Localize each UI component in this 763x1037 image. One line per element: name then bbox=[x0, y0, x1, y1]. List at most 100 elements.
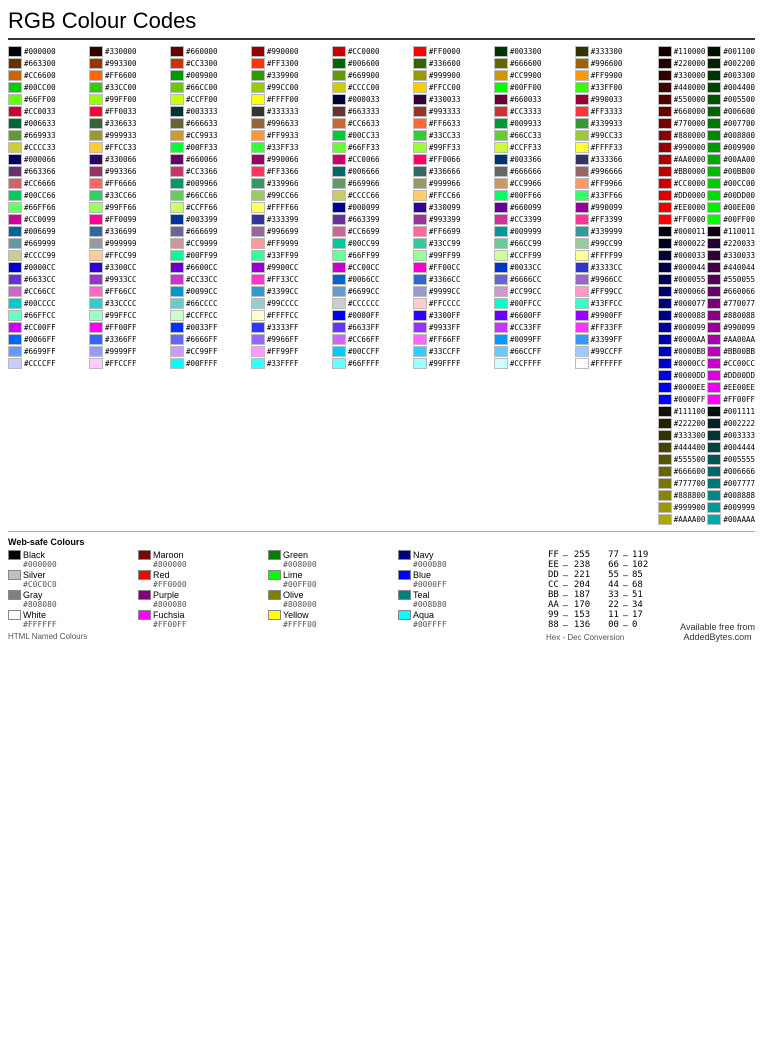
color-swatch bbox=[413, 166, 427, 177]
right-color-entry: #00AAAA bbox=[707, 514, 755, 525]
color-code: #9999CC bbox=[429, 287, 461, 296]
color-swatch bbox=[170, 226, 184, 237]
right-color-entry: #0000EE bbox=[658, 382, 706, 393]
color-code: #CC9966 bbox=[510, 179, 542, 188]
color-code: #CC6600 bbox=[24, 71, 56, 80]
color-swatch bbox=[170, 94, 184, 105]
color-code: #CCCCCC bbox=[348, 299, 380, 308]
color-code: #CC0033 bbox=[24, 107, 56, 116]
color-entry: #9933CC bbox=[89, 274, 168, 285]
right-color-entry: #880088 bbox=[707, 310, 755, 321]
color-entry: #FF0033 bbox=[89, 106, 168, 117]
color-entry: #336633 bbox=[89, 118, 168, 129]
color-code: #00CC00 bbox=[24, 83, 56, 92]
color-code: #66FFCC bbox=[24, 311, 56, 320]
color-entry: #CCFF99 bbox=[494, 250, 573, 261]
color-swatch bbox=[89, 94, 103, 105]
color-entry: #CC9966 bbox=[494, 178, 573, 189]
color-swatch bbox=[8, 82, 22, 93]
color-entry: #339900 bbox=[251, 70, 330, 81]
right-color-entry: #777700 bbox=[658, 478, 706, 489]
color-swatch bbox=[332, 322, 346, 333]
color-swatch bbox=[251, 166, 265, 177]
color-code: #6600FF bbox=[510, 311, 542, 320]
color-swatch bbox=[494, 70, 508, 81]
color-code: #33CC00 bbox=[105, 83, 137, 92]
named-color-hex: #C0C0C0 bbox=[8, 580, 138, 589]
color-swatch bbox=[89, 310, 103, 321]
color-code: #3399FF bbox=[591, 335, 623, 344]
color-swatch bbox=[170, 346, 184, 357]
color-swatch bbox=[332, 118, 346, 129]
color-code: #FFCCCC bbox=[429, 299, 461, 308]
color-entry: #FF00CC bbox=[413, 262, 492, 273]
color-entry: #6666CC bbox=[494, 274, 573, 285]
color-swatch bbox=[8, 70, 22, 81]
right-color-entry: #666600 bbox=[658, 466, 706, 477]
color-swatch bbox=[413, 178, 427, 189]
color-swatch bbox=[8, 334, 22, 345]
named-color-hex: #808080 bbox=[8, 600, 138, 609]
color-code: #33FFFF bbox=[267, 359, 299, 368]
color-entry: #009933 bbox=[494, 118, 573, 129]
right-color-entry: #00AA00 bbox=[707, 154, 755, 165]
named-color-entry: Black#000000 bbox=[8, 550, 138, 569]
right-color-entry: #00FF00 bbox=[707, 214, 755, 225]
color-swatch bbox=[332, 274, 346, 285]
color-code: #6699CC bbox=[348, 287, 380, 296]
color-entry: #0099FF bbox=[494, 334, 573, 345]
color-entry: #009966 bbox=[170, 178, 249, 189]
color-swatch bbox=[494, 214, 508, 225]
color-code: #99FF99 bbox=[429, 251, 461, 260]
color-entry: #FF99FF bbox=[251, 346, 330, 357]
color-code: #9900CC bbox=[267, 263, 299, 272]
color-swatch bbox=[575, 262, 589, 273]
color-code: #FF9900 bbox=[591, 71, 623, 80]
color-swatch bbox=[89, 166, 103, 177]
color-entry: #996600 bbox=[575, 58, 654, 69]
color-swatch bbox=[413, 82, 427, 93]
named-color-hex: #0000FF bbox=[398, 580, 528, 589]
color-swatch bbox=[494, 118, 508, 129]
color-swatch bbox=[8, 202, 22, 213]
named-color-name: Fuchsia bbox=[153, 610, 185, 620]
color-swatch bbox=[332, 190, 346, 201]
color-swatch bbox=[413, 214, 427, 225]
color-entry: #FFFF00 bbox=[251, 94, 330, 105]
color-entry: #99FF99 bbox=[413, 250, 492, 261]
color-swatch bbox=[332, 298, 346, 309]
color-swatch bbox=[170, 70, 184, 81]
color-code: #663300 bbox=[24, 59, 56, 68]
color-entry: #33FF66 bbox=[575, 190, 654, 201]
color-swatch bbox=[332, 286, 346, 297]
color-code: #CC6633 bbox=[348, 119, 380, 128]
color-entry: #333333 bbox=[251, 106, 330, 117]
color-code: #FF99FF bbox=[267, 347, 299, 356]
color-swatch bbox=[89, 154, 103, 165]
available-note: Available free fromAddedBytes.com bbox=[680, 622, 755, 642]
right-color-entry: #000055 bbox=[658, 274, 706, 285]
color-code: #33CC66 bbox=[105, 191, 137, 200]
color-swatch bbox=[251, 358, 265, 369]
color-code: #66FF99 bbox=[348, 251, 380, 260]
named-color-hex: #FF00FF bbox=[138, 620, 268, 629]
named-color-hex: #800000 bbox=[138, 560, 268, 569]
color-swatch bbox=[251, 250, 265, 261]
right-color-entry: #110000 bbox=[658, 46, 706, 57]
color-code: #999900 bbox=[429, 71, 461, 80]
color-swatch bbox=[170, 166, 184, 177]
color-entry: #99FF33 bbox=[413, 142, 492, 153]
color-swatch bbox=[251, 118, 265, 129]
color-entry: #999966 bbox=[413, 178, 492, 189]
color-code: #9933FF bbox=[429, 323, 461, 332]
color-code: #999933 bbox=[105, 131, 137, 140]
right-color-entry: #0000BB bbox=[658, 346, 706, 357]
color-swatch bbox=[89, 322, 103, 333]
color-code: #990066 bbox=[267, 155, 299, 164]
color-entry: #FF9966 bbox=[575, 178, 654, 189]
color-entry: #993366 bbox=[89, 166, 168, 177]
color-code: #66CCFF bbox=[510, 347, 542, 356]
color-entry: #99FFCC bbox=[89, 310, 168, 321]
color-swatch bbox=[332, 130, 346, 141]
color-code: #FF0066 bbox=[429, 155, 461, 164]
